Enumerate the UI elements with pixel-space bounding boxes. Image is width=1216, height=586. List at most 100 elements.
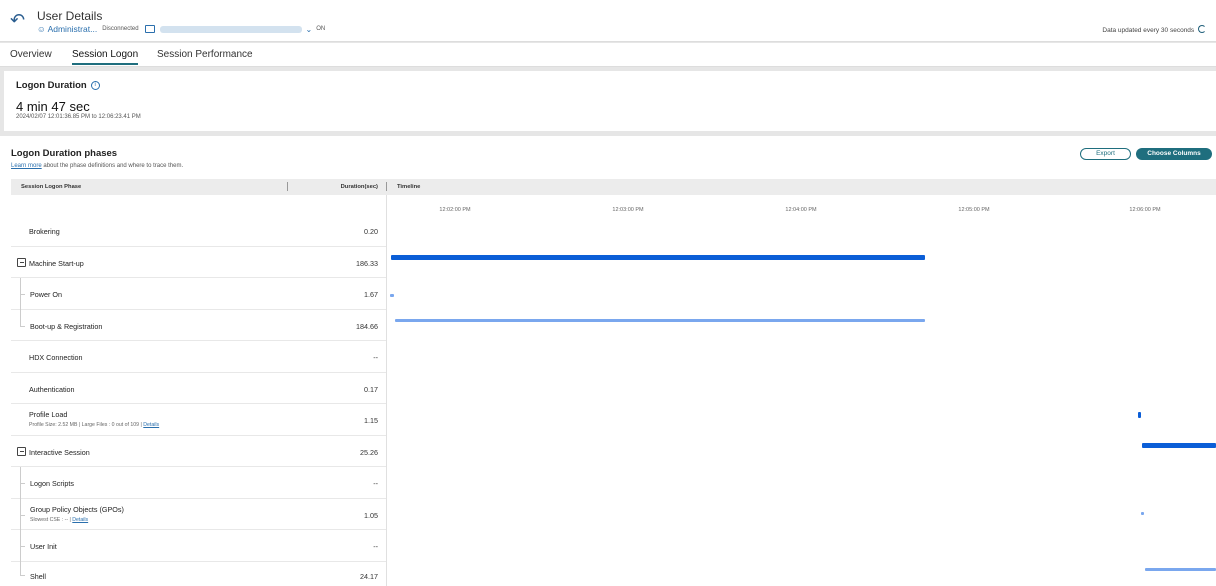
monitor-icon: [144, 25, 155, 33]
timeline-bar-power-on[interactable]: [390, 294, 394, 297]
row-label: Group Policy Objects (GPOs): [30, 505, 124, 514]
row-label: Boot-up & Registration: [30, 322, 103, 331]
table-row-logon-scripts[interactable]: Logon Scripts --: [11, 467, 386, 499]
timeline-bar-bootup-registration[interactable]: [395, 319, 925, 322]
row-value: 0.17: [364, 385, 378, 394]
row-value: 24.17: [360, 572, 378, 581]
gpo-info-text: Slowest CSE : -- |: [30, 517, 71, 523]
row-label: Interactive Session: [29, 448, 90, 457]
gpo-info: Slowest CSE : -- | Details: [30, 517, 88, 523]
update-text: Data updated every 30 seconds: [1102, 27, 1195, 34]
gpo-details-link[interactable]: Details: [72, 517, 88, 523]
col-header-timeline: Timeline: [397, 184, 421, 190]
choose-columns-button[interactable]: Choose Columns: [1136, 148, 1212, 160]
refresh-icon[interactable]: [1198, 25, 1206, 33]
row-label: Power On: [30, 290, 62, 299]
tab-session-performance[interactable]: Session Performance: [157, 49, 253, 60]
user-name[interactable]: Administrat...: [48, 24, 98, 34]
table-row-brokering[interactable]: Brokering 0.20: [11, 215, 386, 247]
timeline-bar-interactive-session[interactable]: [1142, 443, 1216, 448]
table-row-gpos[interactable]: Group Policy Objects (GPOs) Slowest CSE …: [11, 499, 386, 530]
chevron-down-icon[interactable]: ⌄: [306, 25, 313, 34]
col-header-duration[interactable]: Duration(sec): [341, 184, 378, 190]
logon-duration-range: 2024/02/07 12:01:36.85 PM to 12:06:23.41…: [16, 114, 141, 120]
table-header: Session Logon Phase Duration(sec) Timeli…: [11, 179, 1216, 195]
row-value: --: [373, 479, 378, 488]
tab-overview[interactable]: Overview: [10, 49, 52, 60]
tab-session-logon[interactable]: Session Logon: [72, 49, 139, 65]
row-label: Machine Start-up: [29, 259, 84, 268]
tree-connector: [20, 515, 25, 516]
phases-card: Logon Duration phases Learn more about t…: [0, 136, 1216, 586]
timeline-tick: 12:03:00 PM: [612, 207, 644, 213]
collapse-icon[interactable]: [17, 447, 26, 456]
back-arrow-icon[interactable]: ↶: [10, 11, 25, 29]
tree-connector: [20, 575, 25, 576]
timeline-bar-machine-startup[interactable]: [391, 255, 925, 260]
row-value: 1.67: [364, 290, 378, 299]
row-value: 1.05: [364, 511, 378, 520]
row-value: --: [373, 353, 378, 362]
table-row-authentication[interactable]: Authentication 0.17: [11, 373, 386, 404]
row-label: HDX Connection: [29, 353, 83, 362]
tree-connector: [20, 562, 21, 575]
phases-heading: Logon Duration phases: [11, 148, 118, 159]
row-label: Shell: [30, 572, 46, 581]
learn-more-link[interactable]: Learn more: [11, 163, 42, 169]
table-row-bootup-registration[interactable]: Boot-up & Registration 184.66: [11, 310, 386, 341]
logon-duration-card: Logon Duration i 4 min 47 sec 2024/02/07…: [4, 71, 1216, 131]
profile-info: Profile Size: 2.52 MB | Large Files : 0 …: [29, 422, 159, 428]
row-value: 186.33: [356, 259, 378, 268]
logon-duration-heading: Logon Duration i: [16, 80, 100, 91]
table-row-profile-load[interactable]: Profile Load Profile Size: 2.52 MB | Lar…: [11, 404, 386, 436]
timeline-tick: 12:02:00 PM: [439, 207, 471, 213]
row-label: User Init: [30, 542, 57, 551]
row-value: 184.66: [356, 322, 378, 331]
info-icon[interactable]: i: [90, 81, 100, 90]
page-title: User Details: [37, 9, 103, 23]
tree-connector: [20, 326, 25, 327]
timeline-divider: [386, 195, 387, 586]
col-header-phase[interactable]: Session Logon Phase: [21, 184, 81, 190]
profile-details-link[interactable]: Details: [143, 422, 159, 428]
row-label: Authentication: [29, 385, 75, 394]
tree-connector: [20, 294, 25, 295]
connection-status: Disconnected: [102, 26, 139, 32]
export-button[interactable]: Export: [1080, 148, 1131, 160]
user-subline: ☺ Administrat... Disconnected ⌄ ON: [37, 24, 325, 34]
row-value: 1.15: [364, 416, 378, 425]
column-resize-handle[interactable]: [386, 182, 387, 191]
table-row-machine-startup[interactable]: Machine Start-up 186.33: [11, 247, 386, 278]
phases-subtitle: Learn more about the phase definitions a…: [11, 163, 183, 169]
timeline-bar-profile-load[interactable]: [1138, 412, 1141, 418]
machine-state: ON: [316, 26, 326, 32]
tree-connector: [20, 310, 21, 326]
timeline-bar-shell[interactable]: [1145, 568, 1216, 571]
row-value: 25.26: [360, 448, 378, 457]
row-value: --: [373, 542, 378, 551]
row-value: 0.20: [364, 227, 378, 236]
logon-duration-total: 4 min 47 sec: [16, 99, 90, 114]
timeline-tick: 12:06:00 PM: [1129, 207, 1161, 213]
user-link[interactable]: ☺ Administrat...: [37, 24, 97, 34]
tree-connector: [20, 483, 25, 484]
header-bar: ↶ User Details ☺ Administrat... Disconne…: [0, 0, 1216, 42]
column-resize-handle[interactable]: [287, 182, 288, 191]
logon-duration-title: Logon Duration: [16, 80, 87, 91]
table-row-interactive-session[interactable]: Interactive Session 25.26: [11, 436, 386, 467]
learn-more-text: about the phase definitions and where to…: [41, 163, 184, 169]
table-row-shell[interactable]: Shell 24.17: [11, 562, 386, 586]
timeline-tick: 12:04:00 PM: [785, 207, 817, 213]
tab-bar: Overview Session Logon Session Performan…: [0, 43, 1216, 67]
collapse-icon[interactable]: [17, 258, 26, 267]
row-label: Brokering: [29, 227, 60, 236]
table-row-user-init[interactable]: User Init --: [11, 530, 386, 562]
update-notice: Data updated every 30 seconds: [1102, 25, 1206, 34]
timeline-bar-gpos[interactable]: [1141, 512, 1144, 515]
row-label: Profile Load: [29, 410, 68, 419]
row-label: Logon Scripts: [30, 479, 74, 488]
table-row-power-on[interactable]: Power On 1.67: [11, 278, 386, 310]
table-row-hdx-connection[interactable]: HDX Connection --: [11, 341, 386, 373]
profile-info-text: Profile Size: 2.52 MB | Large Files : 0 …: [29, 422, 142, 428]
machine-name-redacted[interactable]: [159, 25, 302, 33]
